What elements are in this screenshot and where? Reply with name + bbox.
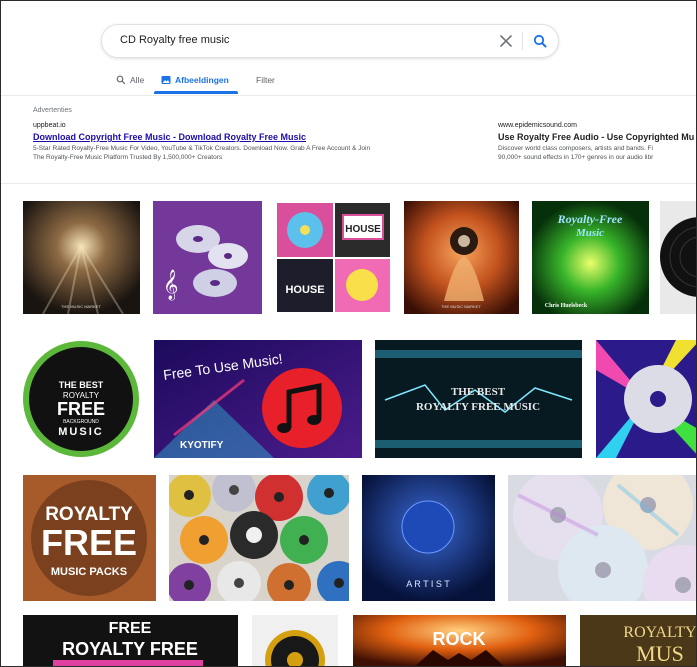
search-icon[interactable]	[530, 31, 550, 51]
image-result[interactable]: HOUSE HOUSE	[275, 201, 392, 314]
image-icon	[161, 76, 171, 84]
ad-title-link[interactable]: Use Royalty Free Audio - Use Copyrighted…	[498, 133, 694, 142]
tab-label: Afbeeldingen	[175, 75, 229, 85]
image-result[interactable]	[252, 615, 338, 666]
active-tab-indicator	[154, 91, 238, 94]
search-bar	[101, 24, 559, 58]
thumb-caption: FREE	[57, 399, 105, 419]
tab-label: Filter	[256, 75, 275, 85]
thumb-caption: THE MUSIC MARKET	[441, 304, 481, 309]
ad-description: 90,000+ sound effects in 170+ genres in …	[498, 154, 654, 161]
thumb-caption: ROYALTY FREE	[62, 639, 198, 659]
image-result[interactable]: Free To Use Music! KYOTIFY	[154, 340, 362, 458]
tab-label: Alle	[130, 75, 145, 85]
thumb-caption: MUS	[636, 641, 684, 666]
ad-domain: uppbeat.io	[33, 122, 66, 129]
browser-viewport: Alle Afbeeldingen Filter Advertenties up…	[0, 0, 697, 667]
search-icon	[116, 75, 126, 85]
search-tabs: Alle Afbeeldingen Filter	[1, 67, 696, 96]
image-result[interactable]: ROYALTY MUS	[580, 615, 697, 666]
thumb-caption: FREE	[109, 620, 152, 637]
thumb-caption: FREE	[41, 522, 137, 563]
thumb-caption: THE BEST	[59, 380, 104, 390]
thumb-caption: Royalty-Free	[557, 212, 623, 226]
image-result[interactable]: THE BEST ROYALTY FREE BACKGROUND MUSIC	[23, 338, 140, 460]
ads-section: Advertenties uppbeat.io Download Copyrig…	[1, 101, 696, 184]
image-result[interactable]	[508, 475, 696, 601]
thumb-caption: BACKGROUND	[63, 419, 99, 425]
image-result[interactable]: Royalty-Free Music Chris Huelsbeck	[532, 201, 649, 314]
tab-alle[interactable]: Alle	[116, 71, 144, 89]
svg-text:𝄞: 𝄞	[163, 269, 178, 301]
thumb-caption: MUSIC PACKS	[51, 566, 127, 578]
thumb-caption: MUSIC	[58, 426, 103, 438]
thumb-caption: ROYALTY	[623, 624, 697, 641]
ad-domain: www.epidemicsound.com	[498, 122, 577, 129]
tab-filter[interactable]: Filter	[256, 71, 275, 89]
image-result[interactable]: A R T I S T	[362, 475, 495, 601]
image-result[interactable]: 𝄞	[153, 201, 262, 314]
ad-description: 5-Star Rated Royalty-Free Music For Vide…	[33, 145, 371, 152]
close-icon[interactable]	[496, 31, 516, 51]
image-result[interactable]: THE MUSIC MARKET	[23, 201, 140, 314]
image-result[interactable]: ROCK	[353, 615, 566, 666]
search-divider	[522, 32, 523, 50]
image-result[interactable]	[169, 475, 349, 601]
image-result[interactable]	[596, 340, 696, 458]
image-result[interactable]: THE BEST ROYALTY FREE MUSIC	[375, 340, 582, 458]
ad-title-link[interactable]: Download Copyright Free Music - Download…	[33, 133, 370, 142]
thumb-caption: KYOTIFY	[180, 440, 224, 451]
ad-item: www.epidemicsound.com Use Royalty Free A…	[498, 121, 694, 162]
thumb-caption: ROYALTY FREE MUSIC	[416, 401, 540, 413]
thumb-caption: HOUSE	[345, 224, 381, 235]
image-result[interactable]: FREE ROYALTY FREE	[23, 615, 238, 666]
ad-item: uppbeat.io Download Copyright Free Music…	[33, 121, 370, 162]
ad-description: Discover world class composers, artists …	[498, 145, 653, 152]
ads-label: Advertenties	[33, 107, 72, 114]
thumb-caption: THE MUSIC MARKET	[61, 304, 101, 309]
image-result[interactable]: ROYALTY FREE MUSIC PACKS	[23, 475, 156, 601]
ad-description: The Royalty-Free Music Platform Trusted …	[33, 154, 223, 161]
image-result[interactable]: THE MUSIC MARKET	[404, 201, 519, 314]
thumb-caption: Chris Huelsbeck	[545, 303, 588, 309]
tab-afbeeldingen[interactable]: Afbeeldingen	[161, 71, 229, 89]
thumb-caption: A R T I S T	[406, 579, 450, 589]
thumb-caption: HOUSE	[285, 284, 324, 296]
thumb-caption: Music	[575, 227, 604, 239]
thumb-caption: ROCK	[433, 629, 486, 649]
image-result[interactable]	[660, 201, 696, 314]
search-input[interactable]	[118, 33, 482, 47]
thumb-caption: THE BEST	[451, 386, 506, 398]
